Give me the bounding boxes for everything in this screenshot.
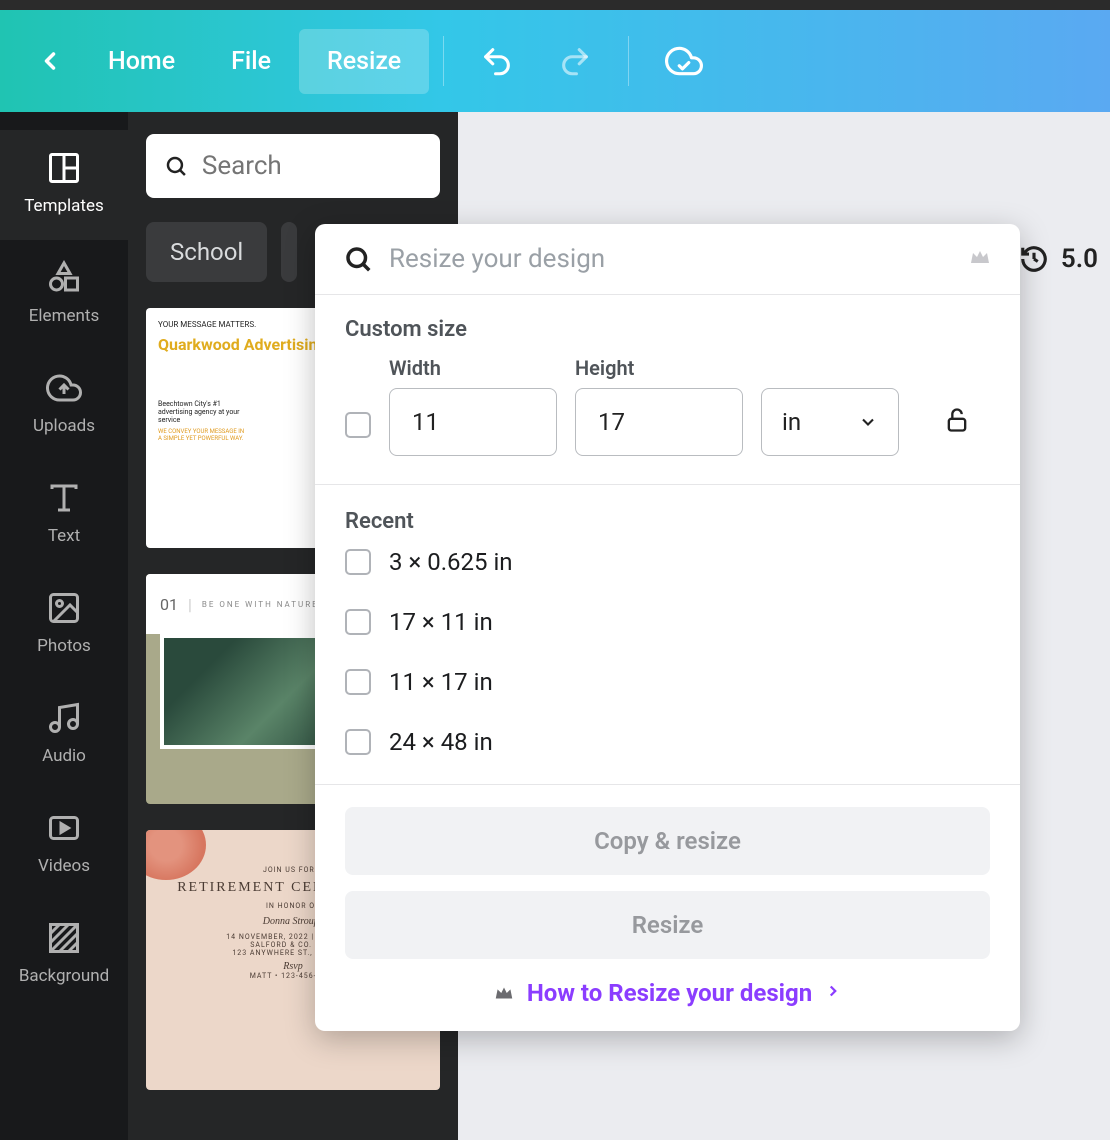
height-input[interactable] (575, 388, 743, 456)
recent-label: Recent (345, 509, 990, 534)
recent-item-label: 3 × 0.625 in (389, 548, 513, 576)
recent-checkbox[interactable] (345, 609, 371, 635)
recent-checkbox[interactable] (345, 669, 371, 695)
lock-aspect-icon[interactable] (943, 406, 971, 438)
resize-body: Custom size Width Height in (315, 295, 1020, 784)
sidebar-item-uploads[interactable]: Uploads (0, 350, 128, 460)
search-icon (343, 244, 373, 274)
home-menu[interactable]: Home (80, 47, 203, 76)
undo-icon[interactable] (458, 44, 536, 78)
width-label: Width (389, 356, 557, 380)
recent-item-label: 17 × 11 in (389, 608, 493, 636)
top-toolbar: Home File Resize (0, 10, 1110, 112)
cloud-sync-icon[interactable] (643, 42, 725, 80)
sidebar-item-label: Videos (38, 856, 90, 876)
sidebar-item-videos[interactable]: Videos (0, 790, 128, 900)
howto-text: How to Resize your design (527, 979, 812, 1007)
sidebar-item-text[interactable]: Text (0, 460, 128, 570)
sidebar-item-label: Elements (29, 306, 99, 326)
templates-search-input[interactable] (202, 151, 422, 181)
chevron-right-icon (824, 981, 842, 1005)
howto-link[interactable]: How to Resize your design (345, 979, 990, 1007)
sidebar-item-label: Templates (24, 196, 104, 216)
resize-button[interactable]: Resize (345, 891, 990, 959)
sidebar-item-background[interactable]: Background (0, 900, 128, 1010)
sidebar-item-label: Audio (42, 746, 86, 766)
toolbar-divider (628, 36, 629, 86)
sidebar-item-templates[interactable]: Templates (0, 130, 128, 240)
templates-search[interactable] (146, 134, 440, 198)
zoom-value[interactable]: 5.0 (1061, 244, 1098, 274)
recent-item[interactable]: 17 × 11 in (345, 608, 990, 636)
sidebar-item-label: Photos (37, 636, 91, 656)
redo-icon[interactable] (536, 44, 614, 78)
recent-item-label: 24 × 48 in (389, 728, 493, 756)
resize-menu[interactable]: Resize (299, 29, 429, 94)
unit-select[interactable]: in (761, 388, 899, 456)
sidebar-item-photos[interactable]: Photos (0, 570, 128, 680)
recent-checkbox[interactable] (345, 729, 371, 755)
custom-size-row: Width Height in (345, 356, 990, 456)
resize-dropdown: Custom size Width Height in (315, 224, 1020, 1031)
sidebar-item-elements[interactable]: Elements (0, 240, 128, 350)
sidebar-item-label: Text (48, 526, 80, 546)
resize-search-input[interactable] (389, 244, 952, 274)
browser-chrome (0, 0, 1110, 10)
recent-item-label: 11 × 17 in (389, 668, 493, 696)
left-sidebar: Templates Elements Uploads Text Photos A… (0, 112, 128, 1140)
sidebar-item-label: Background (19, 966, 109, 986)
crown-icon (493, 982, 515, 1004)
toolbar-divider (443, 36, 444, 86)
width-input[interactable] (389, 388, 557, 456)
recent-item[interactable]: 3 × 0.625 in (345, 548, 990, 576)
canvas-zoom: 5.0 (1019, 244, 1098, 274)
crown-icon (968, 245, 992, 273)
resize-footer: Copy & resize Resize How to Resize your … (315, 784, 1020, 1031)
chevron-down-icon (858, 412, 878, 432)
resize-search-row (315, 224, 1020, 295)
chip-more[interactable] (281, 222, 297, 282)
chip-school[interactable]: School (146, 222, 267, 282)
unit-value: in (782, 408, 801, 436)
history-icon[interactable] (1019, 244, 1049, 274)
recent-checkbox[interactable] (345, 549, 371, 575)
sidebar-item-audio[interactable]: Audio (0, 680, 128, 790)
main-area: Templates Elements Uploads Text Photos A… (0, 112, 1110, 1140)
recent-item[interactable]: 11 × 17 in (345, 668, 990, 696)
height-label: Height (575, 356, 743, 380)
search-icon (164, 152, 188, 180)
divider (315, 484, 1020, 485)
sidebar-item-label: Uploads (33, 416, 95, 436)
recent-item[interactable]: 24 × 48 in (345, 728, 990, 756)
file-menu[interactable]: File (203, 47, 299, 76)
copy-resize-button[interactable]: Copy & resize (345, 807, 990, 875)
back-chevron-icon[interactable] (20, 47, 80, 75)
custom-size-label: Custom size (345, 317, 990, 342)
recent-list: 3 × 0.625 in 17 × 11 in 11 × 17 in 24 × … (345, 548, 990, 774)
custom-size-checkbox[interactable] (345, 412, 371, 438)
